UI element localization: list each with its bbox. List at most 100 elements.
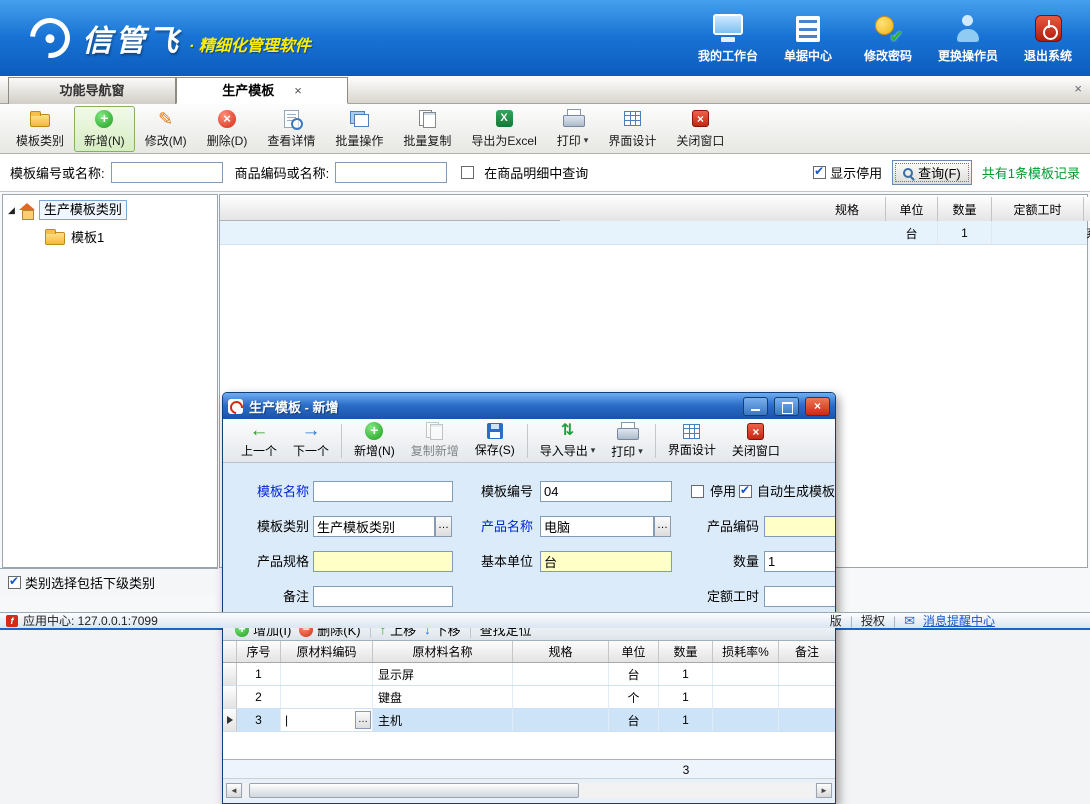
template-category-button[interactable]: 模板类别 (6, 106, 74, 152)
delete-button[interactable]: 删除(D) (197, 106, 258, 152)
scrollbar-track[interactable] (243, 783, 815, 798)
show-disabled-checkbox[interactable] (813, 166, 826, 179)
tab-close-icon[interactable]: × (294, 83, 302, 98)
disable-checkbox[interactable] (691, 485, 704, 498)
product-spec-input[interactable] (313, 551, 453, 572)
ui-design-button[interactable]: 界面设计 (598, 106, 666, 152)
base-unit-input[interactable] (540, 551, 672, 572)
close-button[interactable] (805, 397, 830, 416)
tab-function-nav[interactable]: 功能导航窗 (8, 77, 176, 104)
close-window-button[interactable]: 关闭窗口 (666, 106, 734, 152)
template-code-label: 模板编号 (471, 481, 533, 502)
col-spec[interactable]: 规格 (513, 641, 609, 662)
export-excel-button[interactable]: 导出为Excel (461, 106, 546, 152)
batch-copy-button[interactable]: 批量复制 (393, 106, 461, 152)
search-in-detail-checkbox[interactable] (461, 166, 474, 179)
scroll-right-button[interactable]: ► (816, 783, 832, 798)
import-export-button[interactable]: 导入导出▾ (532, 420, 604, 461)
tree-child-item[interactable]: 模板1 (3, 222, 217, 246)
col-unit[interactable]: 单位 (609, 641, 659, 662)
dropdown-icon[interactable]: ▾ (584, 135, 589, 146)
batch-operation-button[interactable]: 批量操作 (325, 106, 393, 152)
cell-code (281, 686, 373, 708)
add-button[interactable]: 新增(N) (74, 106, 135, 152)
plus-icon (365, 422, 383, 440)
app-logo: 信管飞 · 精细化管理软件 (30, 16, 311, 60)
col-seq[interactable]: 序号 (237, 641, 281, 662)
query-button[interactable]: 查询(F) (892, 160, 972, 185)
cell-code-editing[interactable]: | … (281, 709, 373, 731)
quantity-input[interactable] (764, 551, 835, 572)
prev-record-button[interactable]: 上一个 (233, 420, 285, 461)
product-code-input[interactable] (764, 516, 835, 537)
category-picker-button[interactable]: … (435, 516, 452, 537)
dialog-title: 生产模板 - 新增 (249, 397, 737, 416)
show-disabled-label: 显示停用 (830, 163, 882, 182)
product-name-input[interactable] (540, 516, 654, 537)
scroll-left-button[interactable]: ◄ (226, 783, 242, 798)
copy-add-button[interactable]: 复制新增 (403, 420, 467, 461)
column-qty[interactable]: 数量 (938, 197, 992, 221)
template-name-input[interactable] (313, 481, 453, 502)
dialog-titlebar[interactable]: 生产模板 - 新增 (223, 393, 835, 419)
tree-root-item[interactable]: ◢ 生产模板类别 (3, 195, 217, 222)
category-input[interactable] (313, 516, 435, 537)
dialog-print-button[interactable]: 打印▾ (603, 420, 651, 462)
product-code-label: 产品编码 (701, 516, 759, 537)
scrollbar-thumb[interactable] (249, 783, 579, 798)
copy-icon (426, 422, 443, 440)
dropdown-icon[interactable]: ▾ (591, 445, 596, 456)
column-unit[interactable]: 单位 (886, 197, 938, 221)
dialog-ui-design-button[interactable]: 界面设计 (660, 422, 724, 460)
dialog-close-window-button[interactable]: 关闭窗口 (724, 421, 788, 461)
material-picker-button[interactable]: … (355, 711, 371, 729)
save-button[interactable]: 保存(S) (467, 421, 523, 460)
col-material-name[interactable]: 原材料名称 (373, 641, 513, 662)
column-spec[interactable]: 规格 (560, 197, 886, 221)
work-hours-input[interactable] (764, 586, 835, 607)
dropdown-icon[interactable]: ▾ (638, 446, 643, 457)
col-material-code[interactable]: 原材料编码 (281, 641, 373, 662)
view-details-button[interactable]: 查看详情 (257, 106, 325, 152)
product-code-input[interactable] (335, 162, 447, 183)
cell-qty: 1 (659, 686, 713, 708)
col-qty[interactable]: 数量 (659, 641, 713, 662)
template-code-input[interactable] (540, 481, 672, 502)
batch-icon (350, 111, 369, 127)
mail-icon (904, 613, 915, 629)
tab-production-template[interactable]: 生产模板× (176, 77, 348, 104)
tabbar-close-icon[interactable]: × (1074, 81, 1082, 96)
app-header: 信管飞 · 精细化管理软件 我的工作台 单据中心 修改密码 更换操作员 退出系统 (0, 0, 1090, 76)
include-subcategory-checkbox[interactable] (8, 576, 21, 589)
template-code-input[interactable] (111, 162, 223, 183)
workspace-button[interactable]: 我的工作台 (696, 10, 760, 64)
dialog-add-button[interactable]: 新增(N) (346, 420, 403, 461)
minimize-button[interactable] (743, 397, 768, 416)
message-center-link[interactable]: 消息提醒中心 (923, 612, 995, 629)
change-password-button[interactable]: 修改密码 (856, 10, 920, 64)
print-button[interactable]: 打印▾ (547, 106, 599, 152)
column-hours[interactable]: 定额工时 (992, 197, 1084, 221)
template-table-row[interactable]: 台 1 系 (220, 221, 1087, 245)
exit-system-button[interactable]: 退出系统 (1016, 10, 1080, 64)
material-row[interactable]: 2 键盘 个 1 (223, 686, 835, 709)
edit-button[interactable]: 修改(M) (135, 106, 197, 152)
grid-summary-row: 3 (223, 759, 835, 779)
tree-expander-icon[interactable]: ◢ (8, 205, 15, 216)
material-grid-header: 序号 原材料编码 原材料名称 规格 单位 数量 损耗率% 备注 (223, 641, 835, 663)
change-operator-button[interactable]: 更换操作员 (936, 10, 1000, 64)
cell-remark (779, 663, 835, 685)
material-row-selected[interactable]: 3 | … 主机 台 1 (223, 709, 835, 732)
auto-generate-checkbox[interactable] (739, 485, 752, 498)
product-picker-button[interactable]: … (654, 516, 671, 537)
col-remark[interactable]: 备注 (779, 641, 835, 662)
next-record-button[interactable]: 下一个 (285, 420, 337, 461)
cell-seq: 3 (237, 709, 281, 731)
maximize-button[interactable] (774, 397, 799, 416)
remark-input[interactable] (313, 586, 453, 607)
material-row[interactable]: 1 显示屏 台 1 (223, 663, 835, 686)
header-actions: 我的工作台 单据中心 修改密码 更换操作员 退出系统 (696, 10, 1080, 64)
column-extra[interactable] (1084, 197, 1090, 221)
col-loss[interactable]: 损耗率% (713, 641, 779, 662)
document-center-button[interactable]: 单据中心 (776, 10, 840, 64)
